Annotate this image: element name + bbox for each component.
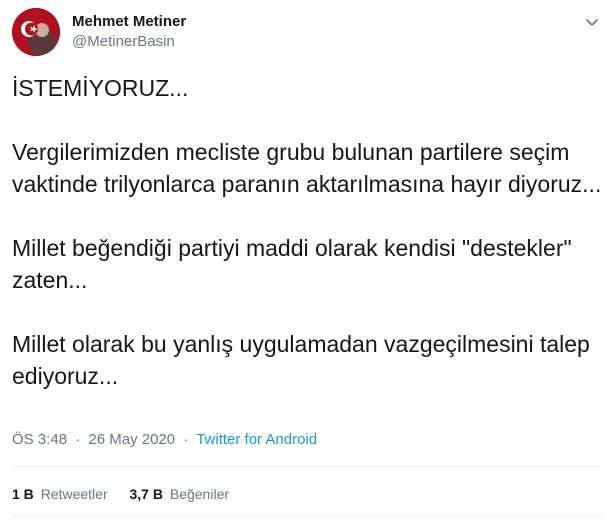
tweet-date[interactable]: 26 May 2020 <box>88 431 175 448</box>
tweet-text: İSTEMİYORUZ... Vergilerimizden mecliste … <box>12 75 602 389</box>
author-display-name[interactable]: Mehmet Metiner <box>72 12 186 32</box>
likes-stat[interactable]: 3,7 B Beğeniler <box>130 484 230 504</box>
divider <box>12 466 602 467</box>
tweet-source-link[interactable]: Twitter for Android <box>196 431 317 448</box>
avatar-image <box>12 8 60 56</box>
likes-label: Beğeniler <box>169 486 230 502</box>
retweets-label: Retweetler <box>40 486 108 502</box>
tweet-stats: 1 B Retweetler 3,7 B Beğeniler <box>12 484 247 504</box>
author-handle[interactable]: @MetinerBasin <box>72 32 186 52</box>
tweet-card: Mehmet Metiner @MetinerBasin İSTEMİYORUZ… <box>0 0 614 520</box>
meta-separator: · <box>183 431 189 448</box>
author-block: Mehmet Metiner @MetinerBasin <box>72 12 186 52</box>
avatar[interactable] <box>12 8 60 56</box>
retweets-stat[interactable]: 1 B Retweetler <box>12 484 108 504</box>
tweet-time[interactable]: ÖS 3:48 <box>12 431 67 448</box>
divider <box>12 516 602 517</box>
tweet-metadata: ÖS 3:48 · 26 May 2020 · Twitter for Andr… <box>12 430 317 450</box>
chevron-down-icon[interactable] <box>584 14 600 30</box>
meta-separator: · <box>75 431 81 448</box>
likes-count: 3,7 B <box>129 486 163 502</box>
tweet-header: Mehmet Metiner @MetinerBasin <box>12 8 602 60</box>
retweets-count: 1 B <box>12 486 34 502</box>
